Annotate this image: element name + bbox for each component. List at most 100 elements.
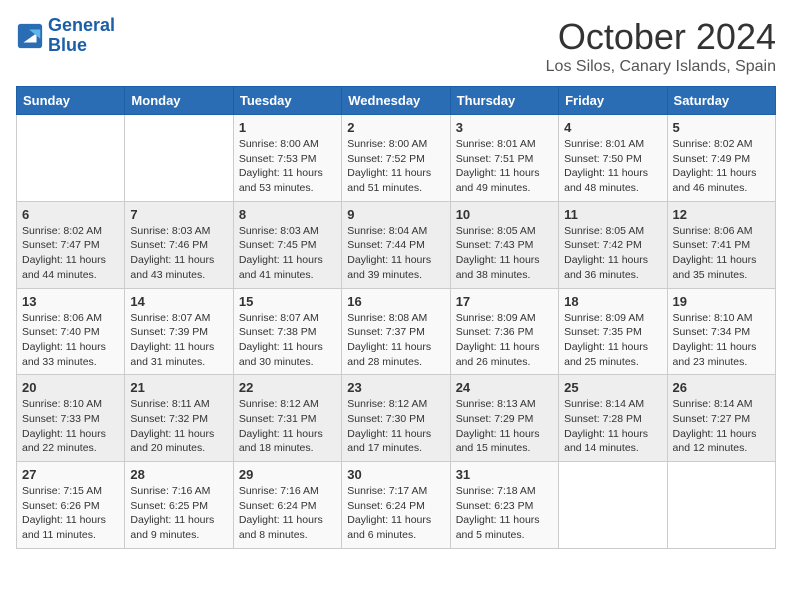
day-number: 25	[564, 380, 661, 395]
day-detail: Sunrise: 8:10 AM Sunset: 7:33 PM Dayligh…	[22, 397, 119, 456]
day-number: 22	[239, 380, 336, 395]
day-detail: Sunrise: 8:07 AM Sunset: 7:38 PM Dayligh…	[239, 311, 336, 370]
title-block: October 2024 Los Silos, Canary Islands, …	[546, 16, 776, 76]
calendar-week-row: 1 Sunrise: 8:00 AM Sunset: 7:53 PM Daylig…	[17, 115, 776, 202]
calendar-cell: 17 Sunrise: 8:09 AM Sunset: 7:36 PM Dayli…	[450, 288, 558, 375]
column-header-friday: Friday	[559, 87, 667, 115]
day-detail: Sunrise: 7:16 AM Sunset: 6:25 PM Dayligh…	[130, 484, 227, 543]
column-header-tuesday: Tuesday	[233, 87, 341, 115]
calendar-cell: 27Sunrise: 7:15 AM Sunset: 6:26 PM Dayli…	[17, 462, 125, 549]
day-detail: Sunrise: 8:09 AM Sunset: 7:36 PM Dayligh…	[456, 311, 553, 370]
day-number: 11	[564, 207, 661, 222]
day-number: 10	[456, 207, 553, 222]
day-detail: Sunrise: 8:06 AM Sunset: 7:40 PM Dayligh…	[22, 311, 119, 370]
column-header-wednesday: Wednesday	[342, 87, 450, 115]
calendar-cell: 7 Sunrise: 8:03 AM Sunset: 7:46 PM Daylig…	[125, 201, 233, 288]
calendar-cell: 18 Sunrise: 8:09 AM Sunset: 7:35 PM Dayli…	[559, 288, 667, 375]
day-number: 18	[564, 294, 661, 309]
calendar-cell: 3Sunrise: 8:01 AM Sunset: 7:51 PM Daylig…	[450, 115, 558, 202]
calendar-week-row: 27Sunrise: 7:15 AM Sunset: 6:26 PM Dayli…	[17, 462, 776, 549]
logo-text-line1: General	[48, 16, 115, 36]
calendar-cell: 23 Sunrise: 8:12 AM Sunset: 7:30 PM Dayli…	[342, 375, 450, 462]
calendar-week-row: 20Sunrise: 8:10 AM Sunset: 7:33 PM Dayli…	[17, 375, 776, 462]
calendar-header-row: SundayMondayTuesdayWednesdayThursdayFrid…	[17, 87, 776, 115]
day-number: 17	[456, 294, 553, 309]
day-number: 27	[22, 467, 119, 482]
calendar-cell: 6Sunrise: 8:02 AM Sunset: 7:47 PM Daylig…	[17, 201, 125, 288]
calendar-cell: 16 Sunrise: 8:08 AM Sunset: 7:37 PM Dayli…	[342, 288, 450, 375]
calendar-cell: 15 Sunrise: 8:07 AM Sunset: 7:38 PM Dayli…	[233, 288, 341, 375]
calendar-cell	[125, 115, 233, 202]
calendar-title: October 2024	[546, 16, 776, 58]
calendar-cell: 22 Sunrise: 8:12 AM Sunset: 7:31 PM Dayli…	[233, 375, 341, 462]
calendar-cell: 1 Sunrise: 8:00 AM Sunset: 7:53 PM Daylig…	[233, 115, 341, 202]
day-detail: Sunrise: 8:03 AM Sunset: 7:46 PM Dayligh…	[130, 224, 227, 283]
day-detail: Sunrise: 8:12 AM Sunset: 7:30 PM Dayligh…	[347, 397, 444, 456]
logo-text-line2: Blue	[48, 36, 115, 56]
day-detail: Sunrise: 8:00 AM Sunset: 7:52 PM Dayligh…	[347, 137, 444, 196]
day-detail: Sunrise: 8:05 AM Sunset: 7:43 PM Dayligh…	[456, 224, 553, 283]
day-detail: Sunrise: 8:05 AM Sunset: 7:42 PM Dayligh…	[564, 224, 661, 283]
day-number: 21	[130, 380, 227, 395]
day-detail: Sunrise: 8:12 AM Sunset: 7:31 PM Dayligh…	[239, 397, 336, 456]
day-detail: Sunrise: 8:14 AM Sunset: 7:28 PM Dayligh…	[564, 397, 661, 456]
calendar-cell: 29Sunrise: 7:16 AM Sunset: 6:24 PM Dayli…	[233, 462, 341, 549]
calendar-cell: 25 Sunrise: 8:14 AM Sunset: 7:28 PM Dayli…	[559, 375, 667, 462]
calendar-cell: 24 Sunrise: 8:13 AM Sunset: 7:29 PM Dayli…	[450, 375, 558, 462]
day-number: 15	[239, 294, 336, 309]
calendar-cell: 12Sunrise: 8:06 AM Sunset: 7:41 PM Dayli…	[667, 201, 775, 288]
day-number: 13	[22, 294, 119, 309]
calendar-table: SundayMondayTuesdayWednesdayThursdayFrid…	[16, 86, 776, 549]
day-detail: Sunrise: 8:10 AM Sunset: 7:34 PM Dayligh…	[673, 311, 770, 370]
calendar-cell: 5 Sunrise: 8:02 AM Sunset: 7:49 PM Daylig…	[667, 115, 775, 202]
column-header-saturday: Saturday	[667, 87, 775, 115]
column-header-monday: Monday	[125, 87, 233, 115]
day-number: 7	[130, 207, 227, 222]
day-number: 29	[239, 467, 336, 482]
day-number: 5	[673, 120, 770, 135]
day-detail: Sunrise: 8:06 AM Sunset: 7:41 PM Dayligh…	[673, 224, 770, 283]
calendar-cell: 21 Sunrise: 8:11 AM Sunset: 7:32 PM Dayli…	[125, 375, 233, 462]
day-number: 14	[130, 294, 227, 309]
day-number: 16	[347, 294, 444, 309]
calendar-cell: 11 Sunrise: 8:05 AM Sunset: 7:42 PM Dayli…	[559, 201, 667, 288]
day-detail: Sunrise: 7:18 AM Sunset: 6:23 PM Dayligh…	[456, 484, 553, 543]
day-number: 1	[239, 120, 336, 135]
day-number: 19	[673, 294, 770, 309]
day-number: 3	[456, 120, 553, 135]
day-number: 26	[673, 380, 770, 395]
calendar-cell: 14 Sunrise: 8:07 AM Sunset: 7:39 PM Dayli…	[125, 288, 233, 375]
calendar-cell: 20Sunrise: 8:10 AM Sunset: 7:33 PM Dayli…	[17, 375, 125, 462]
calendar-cell: 2 Sunrise: 8:00 AM Sunset: 7:52 PM Daylig…	[342, 115, 450, 202]
day-detail: Sunrise: 8:02 AM Sunset: 7:49 PM Dayligh…	[673, 137, 770, 196]
day-number: 6	[22, 207, 119, 222]
day-number: 24	[456, 380, 553, 395]
day-detail: Sunrise: 8:14 AM Sunset: 7:27 PM Dayligh…	[673, 397, 770, 456]
calendar-week-row: 6Sunrise: 8:02 AM Sunset: 7:47 PM Daylig…	[17, 201, 776, 288]
day-detail: Sunrise: 8:04 AM Sunset: 7:44 PM Dayligh…	[347, 224, 444, 283]
day-detail: Sunrise: 8:00 AM Sunset: 7:53 PM Dayligh…	[239, 137, 336, 196]
calendar-cell: 26 Sunrise: 8:14 AM Sunset: 7:27 PM Dayli…	[667, 375, 775, 462]
calendar-cell	[559, 462, 667, 549]
day-detail: Sunrise: 8:09 AM Sunset: 7:35 PM Dayligh…	[564, 311, 661, 370]
column-header-thursday: Thursday	[450, 87, 558, 115]
day-number: 30	[347, 467, 444, 482]
day-number: 2	[347, 120, 444, 135]
day-detail: Sunrise: 8:08 AM Sunset: 7:37 PM Dayligh…	[347, 311, 444, 370]
day-detail: Sunrise: 8:11 AM Sunset: 7:32 PM Dayligh…	[130, 397, 227, 456]
calendar-cell: 9Sunrise: 8:04 AM Sunset: 7:44 PM Daylig…	[342, 201, 450, 288]
calendar-cell	[667, 462, 775, 549]
day-number: 8	[239, 207, 336, 222]
calendar-week-row: 13 Sunrise: 8:06 AM Sunset: 7:40 PM Dayli…	[17, 288, 776, 375]
calendar-cell: 28Sunrise: 7:16 AM Sunset: 6:25 PM Dayli…	[125, 462, 233, 549]
calendar-cell: 13 Sunrise: 8:06 AM Sunset: 7:40 PM Dayli…	[17, 288, 125, 375]
calendar-cell: 10 Sunrise: 8:05 AM Sunset: 7:43 PM Dayli…	[450, 201, 558, 288]
day-detail: Sunrise: 8:07 AM Sunset: 7:39 PM Dayligh…	[130, 311, 227, 370]
day-detail: Sunrise: 8:01 AM Sunset: 7:50 PM Dayligh…	[564, 137, 661, 196]
day-number: 23	[347, 380, 444, 395]
calendar-cell: 31Sunrise: 7:18 AM Sunset: 6:23 PM Dayli…	[450, 462, 558, 549]
logo: General Blue	[16, 16, 115, 56]
day-detail: Sunrise: 8:13 AM Sunset: 7:29 PM Dayligh…	[456, 397, 553, 456]
calendar-cell: 4Sunrise: 8:01 AM Sunset: 7:50 PM Daylig…	[559, 115, 667, 202]
page-header: General Blue October 2024 Los Silos, Can…	[16, 16, 776, 76]
